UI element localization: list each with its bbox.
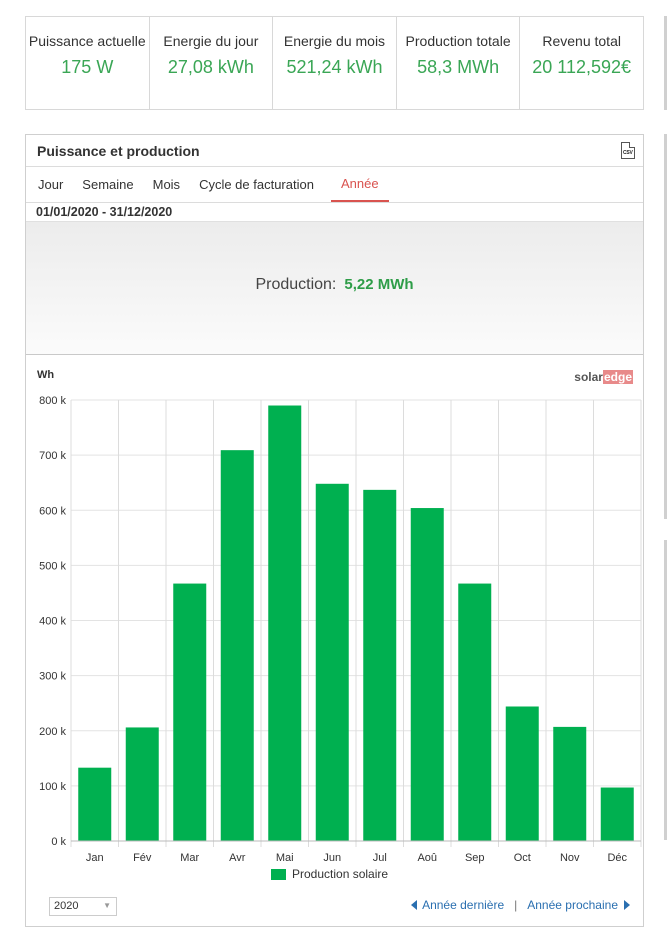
kpi-label: Puissance actuelle bbox=[28, 33, 146, 49]
nav-separator: | bbox=[514, 898, 518, 912]
chevron-down-icon: ▼ bbox=[103, 901, 111, 910]
y-tick-label: 100 k bbox=[39, 781, 66, 793]
y-tick-label: 800 k bbox=[39, 395, 66, 407]
x-tick-label: Jul bbox=[373, 852, 387, 864]
csv-export-icon[interactable]: CSV bbox=[621, 142, 635, 159]
chart-footer: 2020 ▼ Année dernière | Année prochaine bbox=[26, 897, 643, 921]
kpi-total-production: Production totale 58,3 MWh bbox=[397, 17, 521, 109]
x-tick-label: Oct bbox=[514, 852, 531, 864]
kpi-strip: Puissance actuelle 175 W Energie du jour… bbox=[25, 16, 644, 110]
bar-mar bbox=[173, 583, 207, 841]
kpi-label: Energie du mois bbox=[283, 33, 386, 49]
panel-title: Puissance et production bbox=[37, 143, 200, 159]
production-summary: Production: 5,22 MWh bbox=[26, 222, 643, 355]
x-tick-label: Jan bbox=[86, 852, 104, 864]
period-tabs: Jour Semaine Mois Cycle de facturation A… bbox=[26, 167, 643, 203]
arrow-left-icon bbox=[411, 900, 418, 910]
bar-mai bbox=[268, 405, 302, 841]
x-tick-label: Mai bbox=[276, 852, 294, 864]
kpi-current-power: Puissance actuelle 175 W bbox=[26, 17, 150, 109]
kpi-value: 27,08 kWh bbox=[167, 57, 254, 77]
bar-chart: 0 k 100 k 200 k 300 k 400 k 500 k 600 k 700 k 80… bbox=[39, 395, 642, 864]
kpi-value: 20 112,592€ bbox=[532, 57, 632, 77]
date-range: 01/01/2020 - 31/12/2020 bbox=[26, 203, 643, 222]
bar-oct bbox=[505, 706, 539, 841]
chart-area: Wh solaredge 0 k 100 k 200 k 300 k 400 k 500 … bbox=[26, 355, 643, 920]
bar-déc bbox=[600, 787, 634, 841]
kpi-total-revenue: Revenu total 20 112,592€ bbox=[520, 17, 643, 109]
y-tick-label: 400 k bbox=[39, 616, 66, 628]
summary-value: 5,22 MWh bbox=[344, 276, 414, 293]
x-tick-label: Sep bbox=[465, 852, 485, 864]
kpi-value: 175 W bbox=[61, 57, 114, 77]
x-tick-label: Déc bbox=[607, 852, 627, 864]
bar-avr bbox=[220, 450, 254, 841]
next-year-link[interactable]: Année prochaine bbox=[527, 898, 618, 912]
bar-aoû bbox=[410, 508, 444, 841]
x-tick-label: Mar bbox=[180, 852, 199, 864]
kpi-label: Revenu total bbox=[542, 33, 621, 49]
kpi-energy-month: Energie du mois 521,24 kWh bbox=[273, 17, 397, 109]
bar-nov bbox=[553, 726, 587, 841]
kpi-value: 58,3 MWh bbox=[417, 57, 500, 77]
kpi-energy-day: Energie du jour 27,08 kWh bbox=[150, 17, 274, 109]
legend-swatch bbox=[271, 868, 286, 880]
x-tick-label: Nov bbox=[560, 852, 580, 864]
bar-jun bbox=[315, 483, 349, 841]
y-tick-label: 300 k bbox=[39, 671, 66, 683]
tab-cycle-facturation[interactable]: Cycle de facturation bbox=[199, 167, 323, 202]
x-tick-label: Jun bbox=[323, 852, 341, 864]
y-tick-label: 700 k bbox=[39, 450, 66, 462]
bar-fév bbox=[125, 727, 159, 841]
summary-label: Production: bbox=[255, 276, 337, 293]
year-navigation: Année dernière | Année prochaine bbox=[411, 898, 630, 912]
legend-label: Production solaire bbox=[292, 867, 389, 881]
y-tick-label: 500 k bbox=[39, 560, 66, 572]
chart-legend[interactable]: Production solaire bbox=[271, 867, 388, 881]
csv-icon-text: CSV bbox=[623, 150, 633, 156]
bar-sep bbox=[458, 583, 492, 841]
bar-jan bbox=[78, 767, 112, 841]
kpi-value: 521,24 kWh bbox=[286, 57, 383, 77]
previous-year-link[interactable]: Année dernière bbox=[422, 898, 504, 912]
x-tick-label: Avr bbox=[229, 852, 246, 864]
x-tick-label: Aoû bbox=[417, 852, 437, 864]
tab-annee[interactable]: Année bbox=[330, 167, 389, 202]
kpi-label: Energie du jour bbox=[163, 33, 259, 49]
tab-jour[interactable]: Jour bbox=[38, 167, 72, 202]
tab-semaine[interactable]: Semaine bbox=[82, 167, 142, 202]
power-production-panel: Puissance et production CSV Jour Semaine… bbox=[25, 134, 644, 927]
y-tick-label: 200 k bbox=[39, 726, 66, 738]
y-tick-label: 0 k bbox=[51, 836, 66, 848]
bar-jul bbox=[363, 489, 397, 841]
year-select[interactable]: 2020 ▼ bbox=[49, 897, 117, 916]
kpi-label: Production totale bbox=[405, 33, 511, 49]
x-tick-label: Fév bbox=[133, 852, 152, 864]
arrow-right-icon bbox=[624, 900, 630, 910]
panel-header: Puissance et production CSV bbox=[26, 135, 643, 167]
y-tick-label: 600 k bbox=[39, 505, 66, 517]
tab-mois[interactable]: Mois bbox=[153, 167, 189, 202]
